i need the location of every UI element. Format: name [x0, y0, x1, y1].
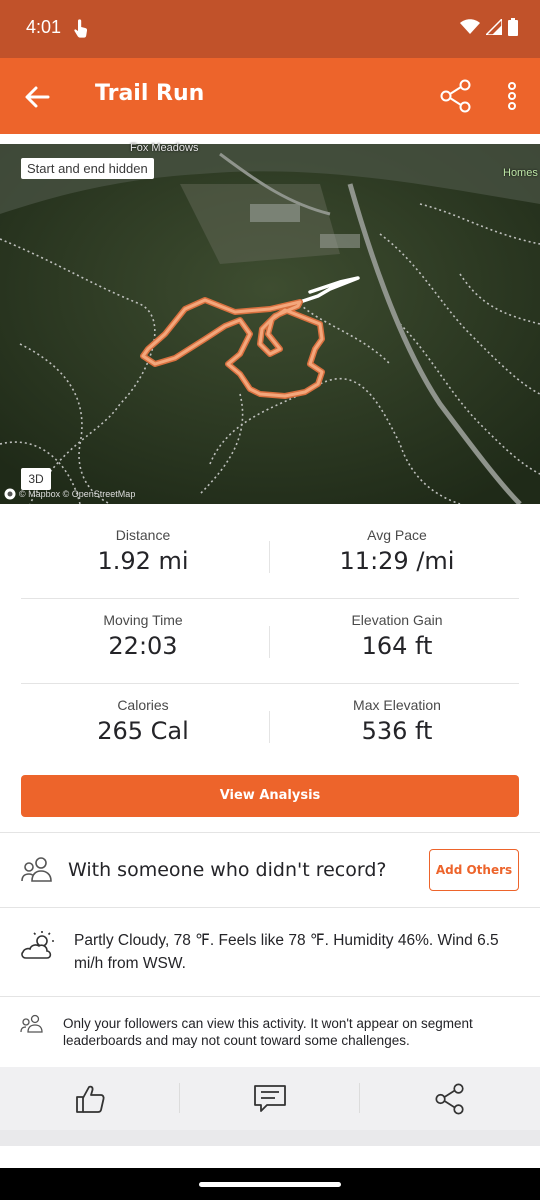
stat-value: 265 Cal [97, 717, 189, 745]
more-vert-icon[interactable] [498, 78, 526, 114]
stat-label: Elevation Gain [351, 612, 443, 628]
stat-calories: Calories 265 Cal [21, 684, 265, 769]
stat-avg-pace: Avg Pace 11:29 /mi [275, 514, 519, 599]
share-icon[interactable] [438, 78, 474, 114]
attribution-text: © Mapbox © OpenStreetMap [19, 489, 136, 499]
stat-divider [269, 711, 270, 743]
with-others-prompt: With someone who didn't record? [68, 859, 387, 881]
comment-button[interactable] [180, 1067, 360, 1130]
app-bar: Trail Run [0, 58, 540, 134]
stat-value: 22:03 [108, 632, 178, 660]
next-card-edge [0, 1146, 540, 1168]
start-end-hidden-chip: Start and end hidden [21, 158, 154, 179]
stat-value: 164 ft [361, 632, 433, 660]
back-arrow-icon[interactable] [22, 82, 52, 112]
stat-max-elevation: Max Elevation 536 ft [275, 684, 519, 769]
map-place-label: Homes [503, 167, 538, 179]
touch-icon [74, 19, 88, 38]
system-nav-bar [0, 1168, 540, 1200]
wifi-icon [460, 19, 480, 34]
comment-icon [254, 1084, 286, 1112]
share-icon [435, 1083, 464, 1114]
stat-value: 536 ft [361, 717, 433, 745]
stats-grid: Distance 1.92 mi Avg Pace 11:29 /mi Movi… [21, 514, 519, 769]
stat-moving-time: Moving Time 22:03 [21, 599, 265, 684]
map-attribution: © Mapbox © OpenStreetMap [4, 488, 135, 500]
share-activity-button[interactable] [360, 1067, 540, 1130]
stat-elevation-gain: Elevation Gain 164 ft [275, 599, 519, 684]
stat-label: Max Elevation [353, 697, 441, 713]
stat-label: Moving Time [103, 612, 183, 628]
map-3d-toggle[interactable]: 3D [21, 468, 51, 490]
stats-row: Calories 265 Cal Max Elevation 536 ft [21, 684, 519, 769]
partly-cloudy-icon [21, 931, 54, 959]
stats-row: Distance 1.92 mi Avg Pace 11:29 /mi [21, 514, 519, 599]
feed-spacer [0, 1130, 540, 1146]
add-others-button[interactable]: Add Others [429, 849, 519, 891]
group-icon [21, 857, 52, 882]
like-icon [76, 1085, 105, 1113]
stat-value: 1.92 mi [97, 547, 189, 575]
stat-divider [269, 626, 270, 658]
kudos-button[interactable] [0, 1067, 180, 1130]
signal-icon [486, 19, 502, 35]
section-divider [0, 832, 540, 833]
stat-distance: Distance 1.92 mi [21, 514, 265, 599]
view-analysis-button[interactable]: View Analysis [21, 775, 519, 817]
status-bar: 4:01 [0, 0, 540, 58]
mapbox-logo-icon [4, 488, 16, 500]
section-divider [0, 907, 540, 908]
stat-divider [269, 541, 270, 573]
route-map[interactable] [0, 144, 540, 504]
map-place-label: Fox Meadows [130, 142, 199, 154]
stat-label: Avg Pace [367, 527, 427, 543]
battery-icon [508, 18, 518, 36]
followers-icon [20, 1014, 43, 1033]
section-divider [0, 996, 540, 997]
page-title: Trail Run [95, 81, 205, 106]
stat-value: 11:29 /mi [339, 547, 455, 575]
home-gesture-handle[interactable] [199, 1182, 341, 1187]
stat-label: Distance [115, 527, 171, 543]
weather-summary: Partly Cloudy, 78 ℉. Feels like 78 ℉. Hu… [74, 932, 499, 972]
map-terrain [0, 144, 540, 504]
status-icons [460, 18, 518, 36]
status-time: 4:01 [26, 17, 62, 37]
stats-row: Moving Time 22:03 Elevation Gain 164 ft [21, 599, 519, 684]
privacy-notice: Only your followers can view this activi… [63, 1016, 473, 1048]
activity-action-bar [0, 1067, 540, 1130]
stat-label: Calories [117, 697, 169, 713]
